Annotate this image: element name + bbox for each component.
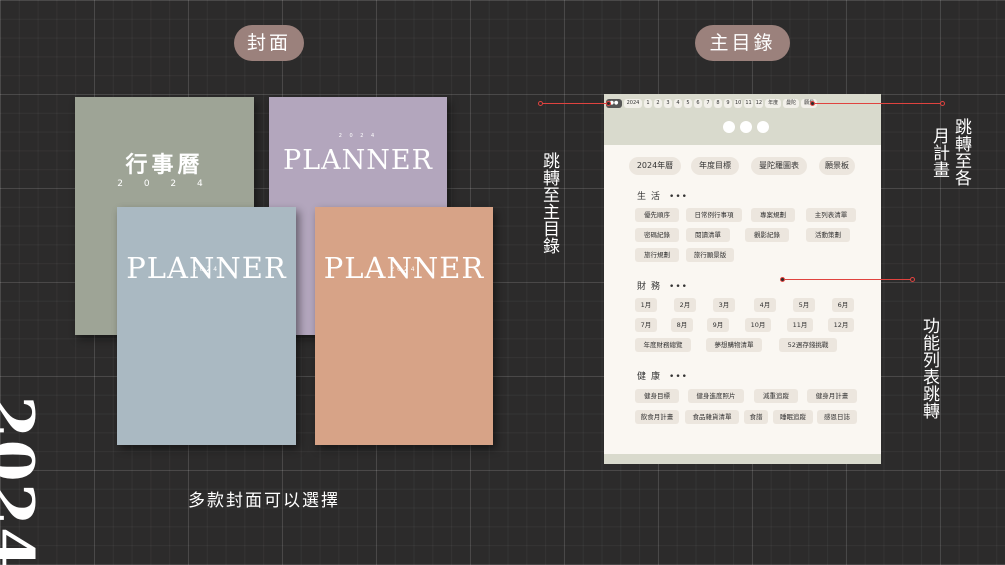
section-finance-title: 財務 ••• bbox=[637, 282, 688, 292]
nav-extra-1[interactable]: 年度 bbox=[765, 98, 782, 108]
list-item[interactable]: 10月 bbox=[745, 318, 771, 332]
section-health-title: 健康 ••• bbox=[637, 372, 688, 382]
cover-year: 2024 bbox=[192, 266, 221, 273]
connector-main-start bbox=[538, 101, 543, 106]
list-item[interactable]: 密碼紀錄 bbox=[635, 228, 679, 242]
list-item[interactable]: 夢想購物清單 bbox=[706, 338, 762, 352]
toc-btn-goals[interactable]: 年度目標 bbox=[691, 157, 739, 175]
nav-extra-2[interactable]: 曼陀 bbox=[783, 98, 800, 108]
list-item[interactable]: 8月 bbox=[671, 318, 693, 332]
covers-title-pill: 封面 bbox=[234, 25, 304, 61]
connector-feature-start bbox=[780, 277, 785, 282]
list-item[interactable]: 閱讀清單 bbox=[686, 228, 730, 242]
nav-month-8[interactable]: 8 bbox=[714, 98, 722, 108]
list-item[interactable]: 健身目標 bbox=[635, 389, 679, 403]
nav-month-7[interactable]: 7 bbox=[704, 98, 712, 108]
nav-month-3[interactable]: 3 bbox=[664, 98, 672, 108]
connector-month bbox=[813, 103, 943, 104]
list-item[interactable]: 旅行規劃 bbox=[635, 248, 679, 262]
list-item[interactable]: 7月 bbox=[635, 318, 657, 332]
list-item[interactable]: 主列表清單 bbox=[806, 208, 856, 222]
header-dots bbox=[723, 121, 769, 133]
nav-month-5[interactable]: 5 bbox=[684, 98, 692, 108]
nav-month-1[interactable]: 1 bbox=[644, 98, 652, 108]
nav-month-2[interactable]: 2 bbox=[654, 98, 662, 108]
cover-title: 行事曆 bbox=[125, 153, 204, 178]
connector-feature bbox=[783, 279, 913, 280]
cover-year: 2 0 2 4 bbox=[338, 133, 378, 139]
list-item[interactable]: 旅行願景版 bbox=[686, 248, 734, 262]
cover-title: PLANNER 2024 bbox=[315, 251, 493, 285]
list-item[interactable]: 2月 bbox=[674, 298, 696, 312]
connector-month-end bbox=[940, 101, 945, 106]
list-item[interactable]: 感恩日誌 bbox=[817, 410, 857, 424]
toc-footer bbox=[604, 454, 881, 464]
toc-header: ●● 2024 1 2 3 4 5 6 7 8 9 10 11 12 年度 曼陀… bbox=[604, 94, 881, 145]
list-item[interactable]: 3月 bbox=[713, 298, 735, 312]
list-item[interactable]: 健身進度照片 bbox=[688, 389, 744, 403]
list-item[interactable]: 6月 bbox=[832, 298, 854, 312]
list-item[interactable]: 專案規劃 bbox=[751, 208, 795, 222]
jump-main-label: 跳轉至主目錄 bbox=[539, 152, 559, 254]
list-item[interactable]: 食譜 bbox=[744, 410, 768, 424]
jump-month-label: 跳轉至各月計畫 bbox=[929, 118, 971, 186]
list-item[interactable]: 飲食月計畫 bbox=[635, 410, 679, 424]
list-item[interactable]: 5月 bbox=[793, 298, 815, 312]
big-year: 2024 bbox=[0, 396, 46, 565]
cover-title: PLANNER 2024 bbox=[117, 251, 296, 285]
cover-year: 2 0 2 4 bbox=[117, 179, 212, 189]
nav-month-12[interactable]: 12 bbox=[754, 98, 764, 108]
month-nav: ●● 2024 1 2 3 4 5 6 7 8 9 10 11 12 年度 曼陀… bbox=[606, 98, 818, 108]
cover-blue[interactable]: PLANNER 2024 bbox=[117, 207, 296, 445]
list-item[interactable]: 11月 bbox=[787, 318, 813, 332]
nav-month-10[interactable]: 10 bbox=[734, 98, 743, 108]
list-item[interactable]: 觀影紀錄 bbox=[745, 228, 789, 242]
covers-caption: 多款封面可以選擇 bbox=[188, 491, 340, 511]
list-item[interactable]: 1月 bbox=[635, 298, 657, 312]
toc-title-pill: 主目錄 bbox=[695, 25, 790, 61]
toc-btn-mandala[interactable]: 曼陀羅圖表 bbox=[751, 157, 807, 175]
toc-btn-vision[interactable]: 願景板 bbox=[819, 157, 855, 175]
toc-btn-calendar[interactable]: 2024年曆 bbox=[629, 157, 681, 175]
list-item[interactable]: 12月 bbox=[828, 318, 854, 332]
feature-jump-label: 功能列表跳轉 bbox=[919, 317, 939, 419]
nav-month-11[interactable]: 11 bbox=[744, 98, 753, 108]
list-item[interactable]: 健身月計畫 bbox=[807, 389, 857, 403]
list-item[interactable]: 4月 bbox=[754, 298, 776, 312]
list-item[interactable]: 優先順序 bbox=[635, 208, 679, 222]
nav-month-9[interactable]: 9 bbox=[724, 98, 732, 108]
list-item[interactable]: 52週存錢挑戰 bbox=[779, 338, 837, 352]
connector-main bbox=[541, 103, 611, 104]
nav-month-4[interactable]: 4 bbox=[674, 98, 682, 108]
connector-main-end bbox=[606, 101, 611, 106]
cover-planner-text: PLANNER bbox=[283, 145, 433, 176]
cover-title: 2 0 2 4 PLANNER bbox=[269, 133, 447, 176]
list-item[interactable]: 9月 bbox=[707, 318, 729, 332]
nav-year[interactable]: 2024 bbox=[624, 98, 642, 108]
connector-month-start bbox=[810, 101, 815, 106]
cover-terracotta[interactable]: PLANNER 2024 bbox=[315, 207, 493, 445]
list-item[interactable]: 年度財務總覽 bbox=[635, 338, 691, 352]
list-item[interactable]: 睡眠追蹤 bbox=[773, 410, 813, 424]
list-item[interactable]: 活動策劃 bbox=[806, 228, 850, 242]
list-item[interactable]: 減重追蹤 bbox=[754, 389, 798, 403]
section-life-title: 生活 ••• bbox=[637, 192, 688, 202]
list-item[interactable]: 日常例行事項 bbox=[686, 208, 742, 222]
cover-year: 2024 bbox=[390, 266, 418, 273]
list-item[interactable]: 食品雜貨清單 bbox=[685, 410, 739, 424]
nav-month-6[interactable]: 6 bbox=[694, 98, 702, 108]
connector-feature-end bbox=[910, 277, 915, 282]
